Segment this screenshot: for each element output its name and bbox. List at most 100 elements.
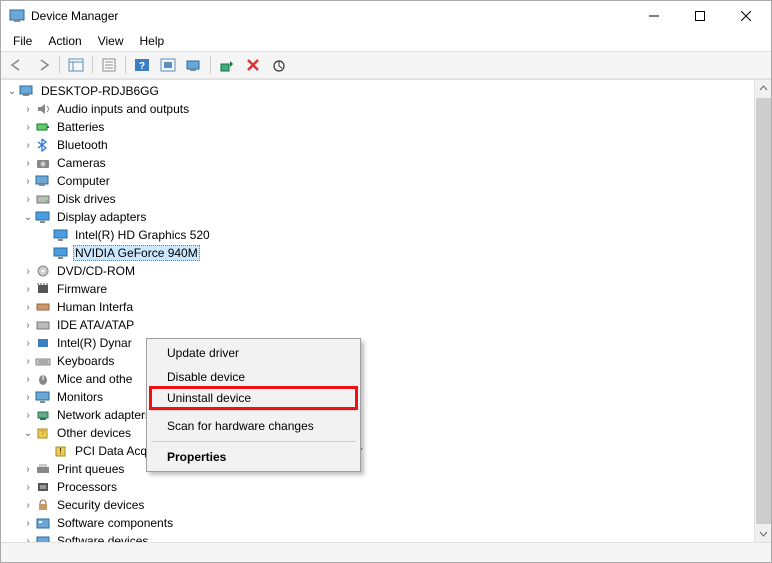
tree-label: Software devices	[55, 534, 150, 542]
scroll-up-button[interactable]	[755, 80, 772, 97]
expand-icon[interactable]: ›	[21, 194, 35, 205]
ide-icon	[35, 317, 51, 333]
expand-icon[interactable]: ›	[21, 158, 35, 169]
context-menu: Update driver Disable device Uninstall d…	[146, 338, 361, 472]
tree-item-ide[interactable]: › IDE ATA/ATAP	[3, 316, 754, 334]
help-button[interactable]: ?	[130, 54, 154, 76]
expand-icon[interactable]: ›	[21, 392, 35, 403]
tree-label: Print queues	[55, 462, 126, 476]
tree-label: Cameras	[55, 156, 108, 170]
tree-label: DESKTOP-RDJB6GG	[39, 84, 161, 98]
menu-action[interactable]: Action	[40, 32, 89, 50]
expand-icon[interactable]: ›	[21, 284, 35, 295]
tree-item-other[interactable]: ⌄ ? Other devices	[3, 424, 754, 442]
security-icon	[35, 497, 51, 513]
collapse-icon[interactable]: ⌄	[21, 212, 35, 223]
scan-hardware-button[interactable]	[182, 54, 206, 76]
tree-label: Disk drives	[55, 192, 118, 206]
expand-icon[interactable]: ›	[21, 482, 35, 493]
expand-icon[interactable]: ›	[21, 536, 35, 543]
tree-item-print[interactable]: › Print queues	[3, 460, 754, 478]
tree-item-software-devices[interactable]: › Software devices	[3, 532, 754, 542]
back-button[interactable]	[5, 54, 29, 76]
expand-icon[interactable]: ›	[21, 374, 35, 385]
dvd-icon	[35, 263, 51, 279]
properties-button[interactable]	[97, 54, 121, 76]
cpu-icon	[35, 479, 51, 495]
show-hide-console-button[interactable]	[64, 54, 88, 76]
expand-icon[interactable]: ›	[21, 410, 35, 421]
vertical-scrollbar[interactable]	[754, 80, 771, 542]
forward-button[interactable]	[31, 54, 55, 76]
ctx-update-driver[interactable]: Update driver	[149, 341, 358, 365]
tree-item-firmware[interactable]: › Firmware	[3, 280, 754, 298]
expand-icon[interactable]: ›	[21, 122, 35, 133]
tree-item-keyboards[interactable]: › Keyboards	[3, 352, 754, 370]
audio-icon	[35, 101, 51, 117]
tree-item-processors[interactable]: › Processors	[3, 478, 754, 496]
expand-icon[interactable]: ›	[21, 140, 35, 151]
tree-item-nvidia[interactable]: NVIDIA GeForce 940M	[3, 244, 754, 262]
menu-bar: File Action View Help	[1, 31, 771, 51]
computer-icon	[19, 83, 35, 99]
tree-item-mice[interactable]: › Mice and othe	[3, 370, 754, 388]
tree-label: IDE ATA/ATAP	[55, 318, 136, 332]
scroll-down-button[interactable]	[755, 525, 772, 542]
menu-view[interactable]: View	[90, 32, 132, 50]
ctx-properties[interactable]: Properties	[149, 445, 358, 469]
action-button[interactable]	[156, 54, 180, 76]
tree-item-intel-dynamic[interactable]: › Intel(R) Dynar	[3, 334, 754, 352]
tree-item-hid[interactable]: › Human Interfa	[3, 298, 754, 316]
tree-item-dvd[interactable]: › DVD/CD-ROM	[3, 262, 754, 280]
camera-icon	[35, 155, 51, 171]
tree-item-cameras[interactable]: › Cameras	[3, 154, 754, 172]
expand-icon[interactable]: ›	[21, 500, 35, 511]
tree-item-computer[interactable]: › Computer	[3, 172, 754, 190]
tree-label: DVD/CD-ROM	[55, 264, 137, 278]
tree-item-pci[interactable]: ! PCI Data Acquisition and Signal Proces…	[3, 442, 754, 460]
menu-help[interactable]: Help	[132, 32, 173, 50]
expand-icon[interactable]: ›	[21, 464, 35, 475]
ctx-scan-hardware[interactable]: Scan for hardware changes	[149, 414, 358, 438]
expand-icon[interactable]: ›	[21, 518, 35, 529]
collapse-icon[interactable]: ⌄	[5, 86, 19, 97]
expand-icon[interactable]: ›	[21, 302, 35, 313]
enable-device-button[interactable]	[215, 54, 239, 76]
maximize-button[interactable]	[677, 1, 723, 31]
tree-item-audio[interactable]: › Audio inputs and outputs	[3, 100, 754, 118]
tree-item-batteries[interactable]: › Batteries	[3, 118, 754, 136]
expand-icon[interactable]: ›	[21, 266, 35, 277]
ctx-separator	[151, 441, 356, 442]
menu-file[interactable]: File	[5, 32, 40, 50]
keyboard-icon	[35, 353, 51, 369]
expand-icon[interactable]: ›	[21, 104, 35, 115]
tree-label: Keyboards	[55, 354, 116, 368]
expand-icon[interactable]: ›	[21, 320, 35, 331]
device-tree[interactable]: ⌄ DESKTOP-RDJB6GG › Audio inputs and out…	[1, 80, 754, 542]
tree-item-security[interactable]: › Security devices	[3, 496, 754, 514]
tree-item-intel-graphics[interactable]: Intel(R) HD Graphics 520	[3, 226, 754, 244]
scroll-thumb[interactable]	[756, 98, 771, 524]
tree-item-disk[interactable]: › Disk drives	[3, 190, 754, 208]
collapse-icon[interactable]: ⌄	[21, 428, 35, 439]
display-icon	[35, 209, 51, 225]
minimize-button[interactable]	[631, 1, 677, 31]
tree-item-display[interactable]: ⌄ Display adapters	[3, 208, 754, 226]
warning-icon: !	[53, 443, 69, 459]
expand-icon[interactable]: ›	[21, 356, 35, 367]
update-driver-button[interactable]	[267, 54, 291, 76]
tree-label: Software components	[55, 516, 175, 530]
expand-icon[interactable]: ›	[21, 176, 35, 187]
tree-item-network[interactable]: › Network adapters	[3, 406, 754, 424]
display-icon	[53, 245, 69, 261]
ctx-uninstall-device[interactable]: Uninstall device	[149, 386, 358, 410]
tree-item-monitors[interactable]: › Monitors	[3, 388, 754, 406]
tree-root[interactable]: ⌄ DESKTOP-RDJB6GG	[3, 82, 754, 100]
uninstall-device-button[interactable]	[241, 54, 265, 76]
expand-icon[interactable]: ›	[21, 338, 35, 349]
tree-label: Firmware	[55, 282, 109, 296]
tree-item-software-components[interactable]: › Software components	[3, 514, 754, 532]
close-button[interactable]	[723, 1, 769, 31]
tree-label: Security devices	[55, 498, 146, 512]
tree-item-bluetooth[interactable]: › Bluetooth	[3, 136, 754, 154]
